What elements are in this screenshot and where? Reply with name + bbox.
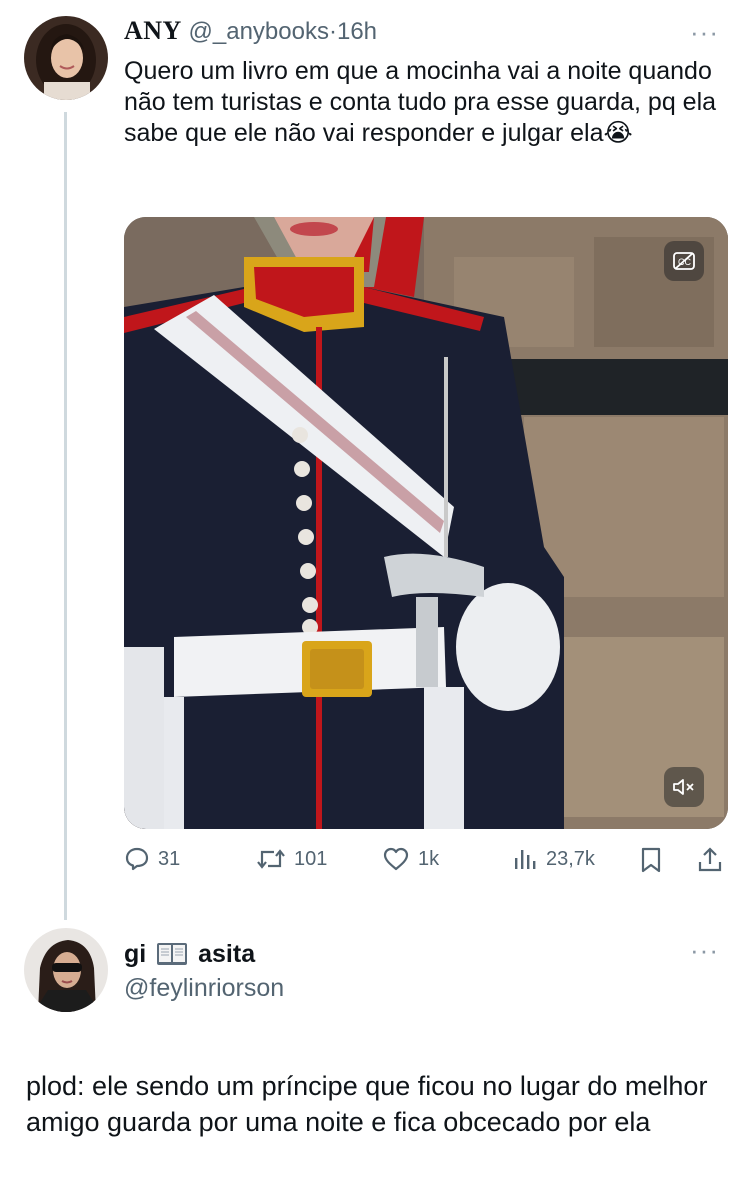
thread-connector	[64, 112, 67, 920]
share-button[interactable]	[696, 846, 724, 874]
tweet-body: plod: ele sendo um príncipe que ficou no…	[26, 1071, 708, 1137]
timestamp[interactable]: 16h	[337, 18, 377, 45]
like-button[interactable]: 1k	[382, 846, 439, 872]
reply-icon	[125, 847, 149, 871]
display-name-part: asita	[198, 940, 256, 968]
open-book-icon	[157, 943, 188, 965]
video-frame	[124, 217, 728, 829]
repost-icon	[257, 849, 285, 869]
closed-captions-button[interactable]: CC	[664, 241, 704, 281]
views-button[interactable]: 23,7k	[512, 846, 595, 872]
bookmark-icon	[641, 847, 661, 873]
display-name[interactable]: ANY	[124, 16, 182, 45]
captions-icon: CC	[673, 252, 695, 270]
speaker-muted-icon	[673, 779, 694, 795]
display-name-part: gi	[124, 940, 147, 968]
tweet-text: Quero um livro em que a mocinha vai a no…	[124, 56, 734, 149]
analytics-icon	[515, 850, 536, 869]
display-name[interactable]: gi asita	[124, 940, 255, 969]
like-count: 1k	[418, 847, 440, 870]
unmute-button[interactable]	[664, 767, 704, 807]
share-icon	[698, 847, 722, 872]
video-media[interactable]: CC	[124, 217, 728, 829]
repost-button[interactable]: 101	[256, 846, 327, 872]
avatar[interactable]	[24, 16, 108, 100]
repost-count: 101	[294, 847, 328, 870]
heart-icon	[383, 847, 409, 871]
view-count: 23,7k	[546, 847, 595, 870]
reply-count: 31	[158, 847, 181, 870]
separator-dot: ·	[328, 18, 337, 45]
reply-button[interactable]: 31	[124, 846, 180, 872]
avatar[interactable]	[24, 928, 108, 1012]
crying-emoji: 😭	[603, 119, 633, 147]
more-options-icon[interactable]: ···	[690, 937, 719, 963]
user-handle[interactable]: @_anybooks	[189, 18, 329, 45]
tweet-action-bar: 31 101 1k 23,7k	[124, 846, 728, 878]
more-options-icon[interactable]: ···	[690, 19, 719, 45]
user-handle[interactable]: @feylinriorson	[124, 974, 284, 1003]
tweet-header: ANY @_anybooks·16h	[124, 16, 377, 46]
bookmark-button[interactable]	[638, 846, 664, 874]
